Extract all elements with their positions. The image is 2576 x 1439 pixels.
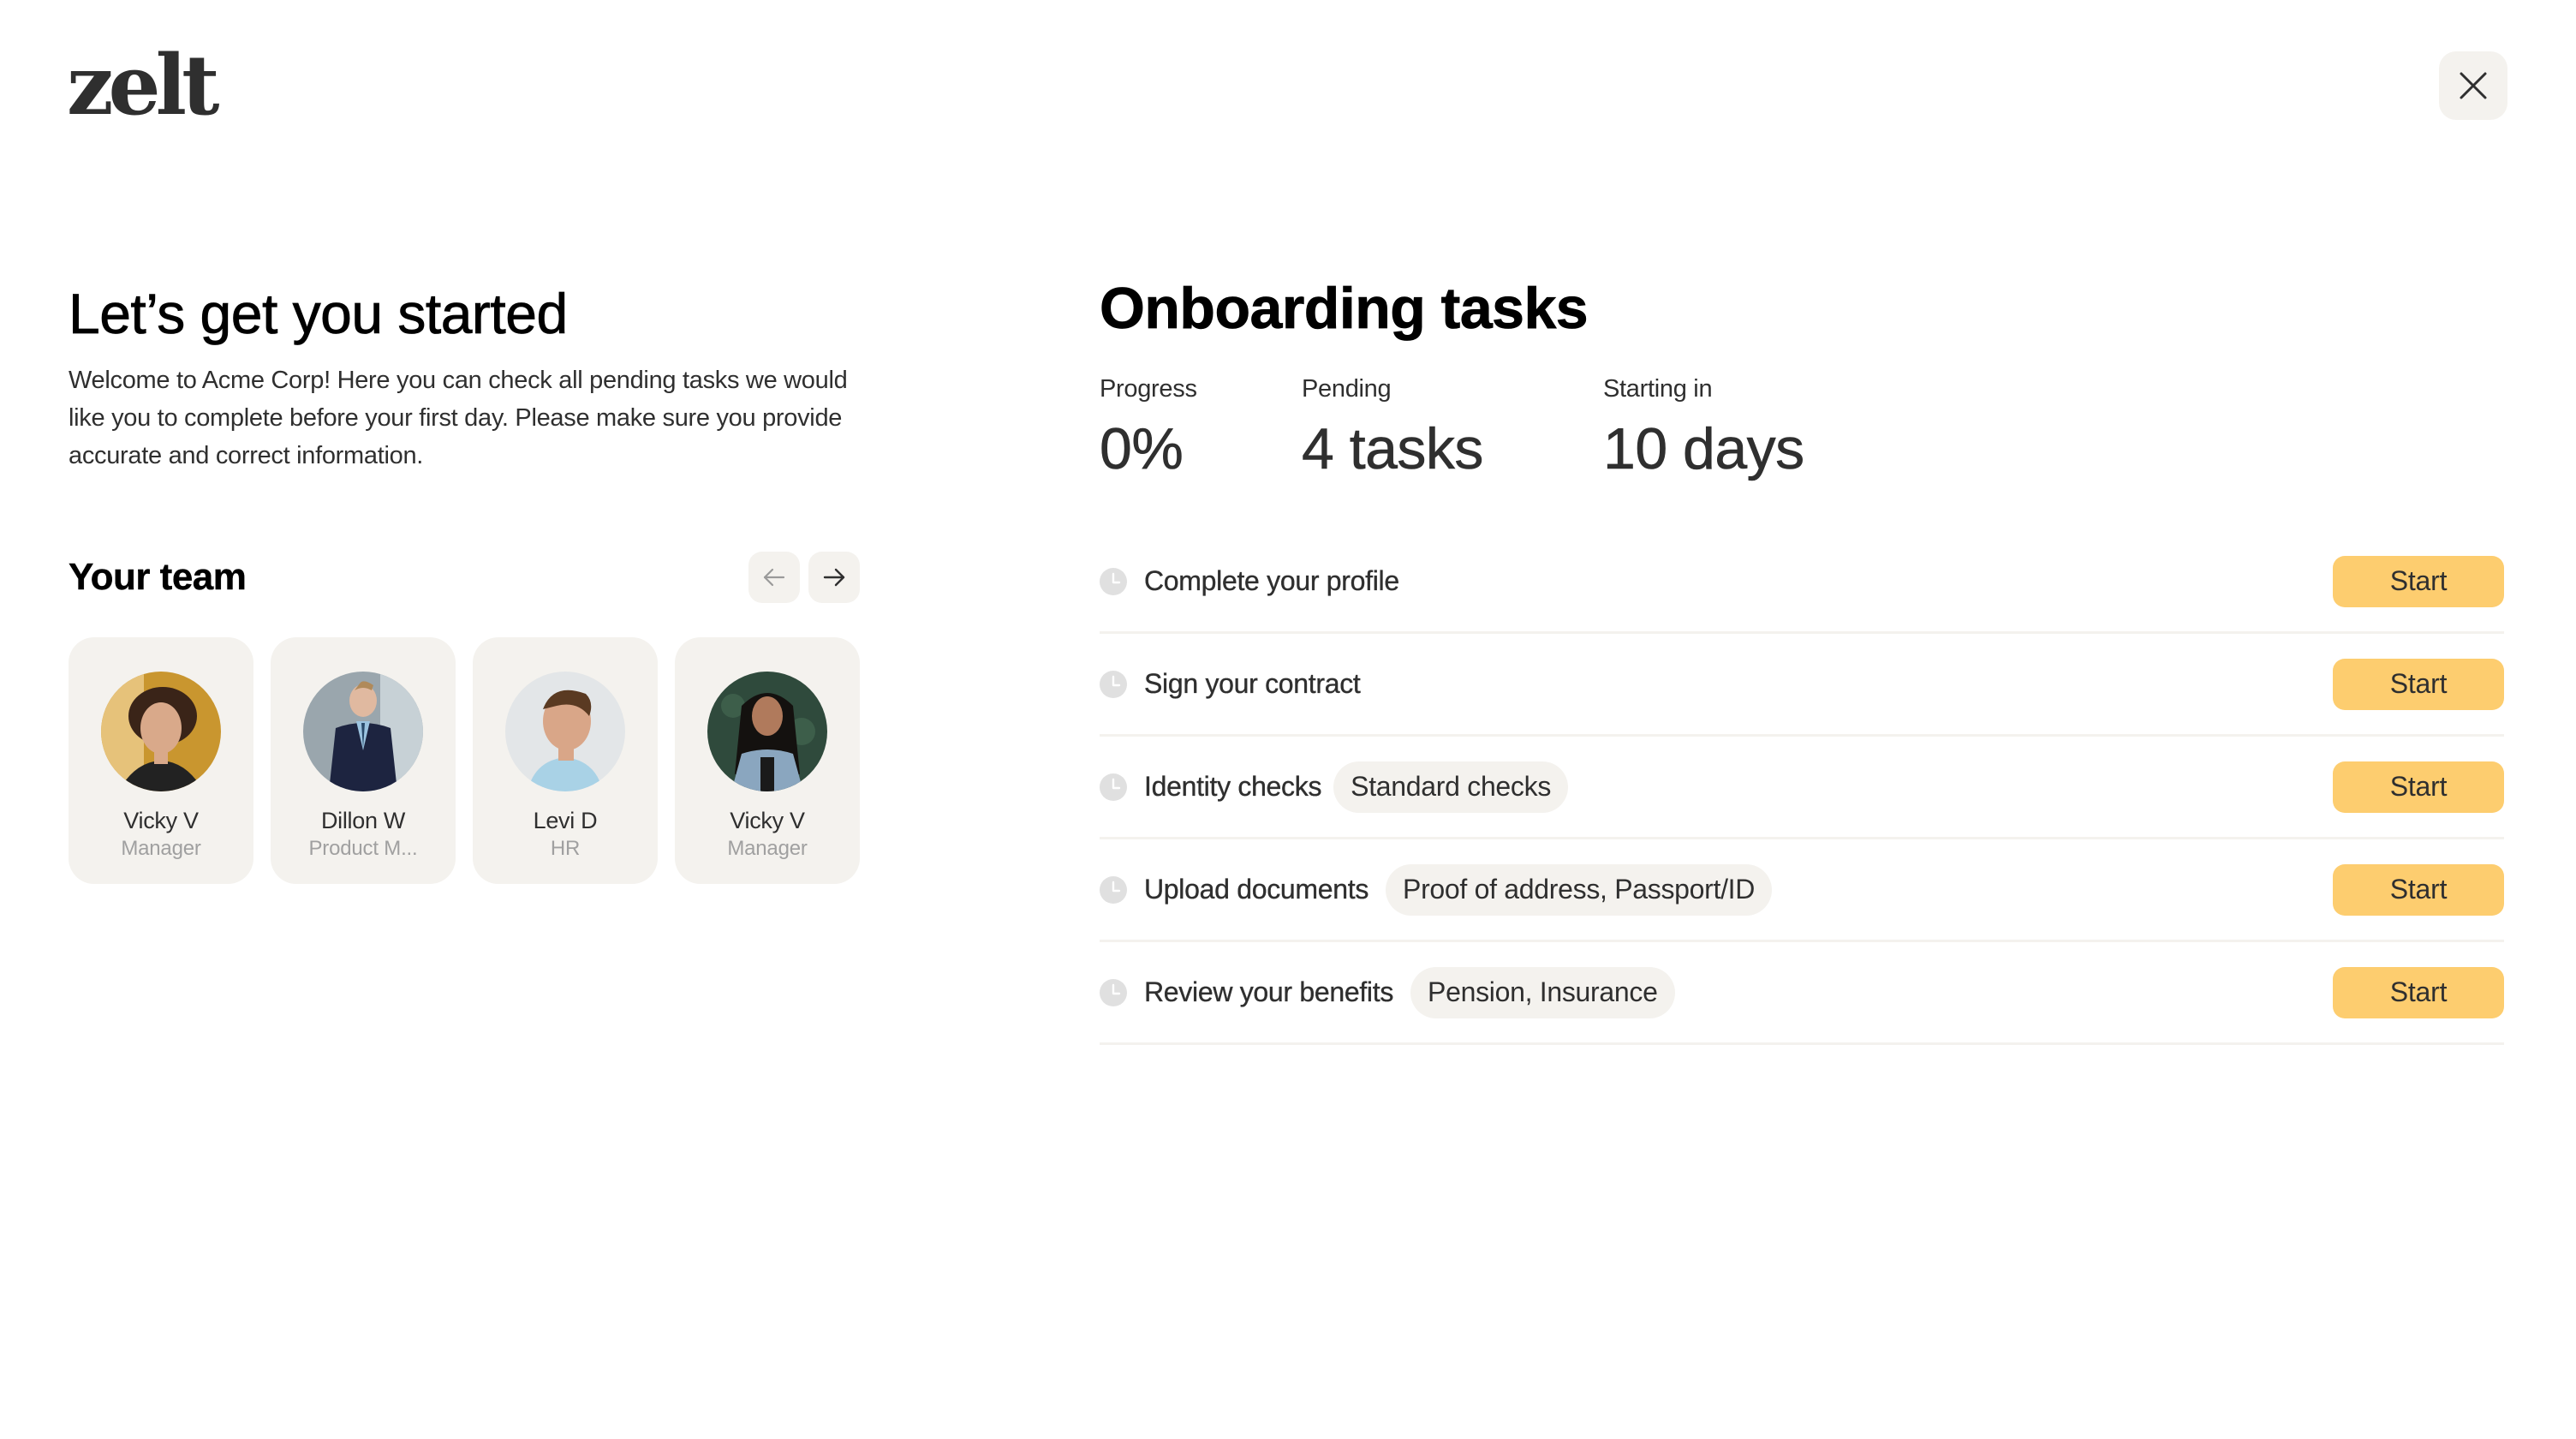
team-member-card[interactable]: Vicky V Manager [69,637,253,884]
stat-value: 4 tasks [1302,416,1484,482]
avatar [505,672,625,791]
stat-value: 10 days [1603,416,1805,482]
task-row: Upload documents Proof of address, Passp… [1100,839,2504,942]
page-title: Let’s get you started [69,282,569,346]
member-role: Product M... [308,837,418,860]
clock-icon [1100,978,1127,1006]
start-task-button[interactable]: Start [2333,761,2504,813]
member-role: HR [550,837,581,860]
start-task-button[interactable]: Start [2333,863,2504,916]
task-list: Complete your profile Start Sign your co… [1100,531,2504,1045]
intro-description: Welcome to Acme Corp! Here you can check… [69,367,848,469]
team-member-card[interactable]: Levi D HR [473,637,658,884]
task-label: Identity checks [1144,771,1322,802]
task-label: Sign your contract [1144,668,1361,699]
member-name: Vicky V [730,808,805,833]
team-member-card[interactable]: Vicky V Manager [675,637,860,884]
close-icon [2460,72,2487,99]
stat-label: Pending [1302,375,1392,403]
clock-icon [1100,567,1127,595]
team-header: Your team [69,552,860,603]
avatar-photo-icon [707,672,827,791]
onboarding-page: zelt Let’s get you started Welcome to Ac… [0,0,2576,1439]
start-task-button[interactable]: Start [2333,658,2504,710]
onboarding-title: Onboarding tasks [1100,276,1589,342]
avatar-photo-icon [303,672,423,791]
stat-progress: Progress 0% [1100,373,1302,481]
task-label: Upload documents [1144,874,1369,905]
onboarding-section: Onboarding tasks Progress 0% Pending 4 t… [1100,274,2504,482]
start-task-button[interactable]: Start [2333,555,2504,607]
intro-section: Let’s get you started Welcome to Acme Co… [69,279,860,475]
stat-label: Progress [1100,375,1197,403]
task-row: Complete your profile Start [1100,531,2504,634]
avatar [707,672,827,791]
task-detail-chip: Standard checks [1333,761,1569,813]
stat-starting-in: Starting in 10 days [1603,373,1805,482]
member-name: Dillon W [320,808,406,833]
start-task-button[interactable]: Start [2333,966,2504,1018]
clock-icon [1100,670,1127,698]
zelt-logo: zelt [67,37,219,134]
member-role: Manager [121,837,201,860]
clock-icon [1100,875,1127,904]
avatar-photo-icon [101,672,221,791]
member-name: Levi D [533,808,598,833]
avatar [303,672,423,791]
task-label: Complete your profile [1144,565,1399,596]
avatar-photo-icon [505,672,625,791]
task-row: Sign your contract Start [1100,634,2504,737]
team-title: Your team [69,556,247,598]
clock-icon [1100,773,1127,801]
task-detail-chip: Pension, Insurance [1410,966,1675,1018]
team-prev-button[interactable] [748,552,800,603]
avatar [101,672,221,791]
team-member-card[interactable]: Dillon W Product M... [271,637,456,884]
member-role: Manager [727,837,808,860]
onboarding-stats: Progress 0% Pending 4 tasks Starting in … [1100,373,2504,481]
task-row: Review your benefits Pension, Insurance … [1100,942,2504,1045]
arrow-left-icon [763,568,785,587]
team-member-list: Vicky V Manager Dillon W Product M... Le… [69,637,860,884]
task-detail-chip: Proof of address, Passport/ID [1386,863,1773,916]
task-row: Identity checks Standard checks Start [1100,737,2504,839]
stat-pending: Pending 4 tasks [1302,373,1603,481]
task-label: Review your benefits [1144,976,1394,1007]
close-button[interactable] [2439,51,2507,120]
arrow-right-icon [823,568,845,587]
team-carousel-nav [748,552,860,603]
stat-label: Starting in [1603,375,1713,403]
member-name: Vicky V [123,808,199,833]
stat-value: 0% [1100,416,1184,482]
team-next-button[interactable] [808,552,860,603]
